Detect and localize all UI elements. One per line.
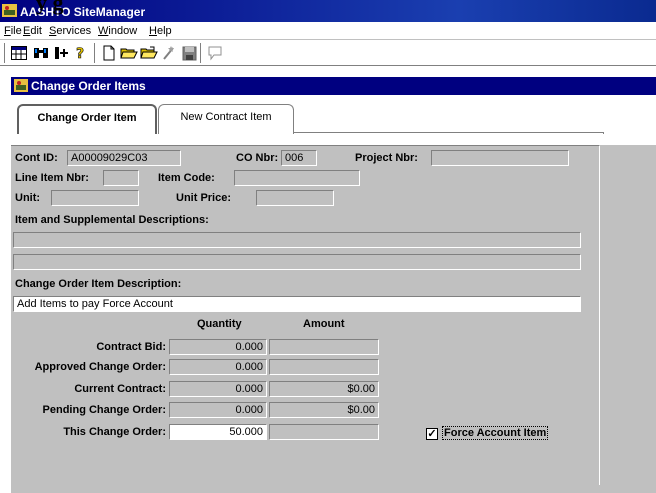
toolbar-separator [200, 43, 202, 63]
menu-bar: File Edit Services Window Help [0, 22, 656, 40]
grid-icon[interactable] [10, 44, 28, 62]
cont-id-label: Cont ID: [15, 152, 58, 164]
save-icon[interactable] [180, 44, 198, 62]
current-contract-label: Current Contract: [74, 383, 166, 395]
tab-change-order-item[interactable]: Change Order Item [17, 104, 157, 134]
line-item-nbr-field[interactable] [103, 170, 139, 186]
overlay-heading: y g [36, 0, 64, 15]
pending-change-order-amount-field[interactable]: $0.00 [269, 402, 379, 418]
menu-file[interactable]: File [4, 25, 22, 37]
this-change-order-label: This Change Order: [63, 426, 166, 438]
svg-text:?: ? [76, 46, 84, 61]
menu-help[interactable]: Help [149, 25, 172, 37]
quantity-column-header: Quantity [197, 318, 242, 330]
binoculars-icon[interactable] [32, 44, 50, 62]
comment-icon[interactable] [206, 44, 224, 62]
project-nbr-label: Project Nbr: [355, 152, 418, 164]
unit-field[interactable] [51, 190, 139, 206]
supplemental-description-line-1[interactable] [13, 232, 581, 248]
change-order-item-description-label: Change Order Item Description: [15, 278, 182, 290]
change-order-items-window: Change Order Items Change Order Item New… [9, 75, 656, 493]
force-account-item-label[interactable]: Force Account Item [442, 426, 549, 440]
cont-id-field[interactable]: A00009029C03 [67, 150, 181, 166]
force-account-checkbox[interactable]: ✓ [426, 428, 438, 440]
toolbar: ? [0, 40, 656, 66]
toolbar-separator [94, 43, 96, 63]
approved-change-order-label: Approved Change Order: [34, 361, 166, 373]
pending-change-order-label: Pending Change Order: [42, 404, 166, 416]
line-item-nbr-label: Line Item Nbr: [15, 172, 89, 184]
help-icon[interactable]: ? [72, 44, 90, 62]
this-change-order-amount-field[interactable] [269, 424, 379, 440]
supplemental-description-line-2[interactable] [13, 254, 581, 270]
co-nbr-field[interactable]: 006 [281, 150, 317, 166]
current-contract-quantity-field[interactable]: 0.000 [169, 381, 267, 397]
change-order-item-description-field[interactable]: Add Items to pay Force Account [13, 296, 581, 312]
menu-window[interactable]: Window [98, 25, 137, 37]
current-contract-amount-field[interactable]: $0.00 [269, 381, 379, 397]
item-code-field[interactable] [234, 170, 360, 186]
amount-column-header: Amount [303, 318, 345, 330]
this-change-order-quantity-field[interactable]: 50.000 [169, 424, 267, 440]
tab-new-contract-item[interactable]: New Contract Item [158, 104, 294, 134]
pending-change-order-quantity-field[interactable]: 0.000 [169, 402, 267, 418]
open-folder-icon[interactable] [140, 44, 158, 62]
contract-bid-quantity-field[interactable]: 0.000 [169, 339, 267, 355]
window-title-bar: Change Order Items [11, 77, 656, 95]
approved-change-order-amount-field[interactable] [269, 359, 379, 375]
unit-label: Unit: [15, 192, 41, 204]
co-nbr-label: CO Nbr: [236, 152, 279, 164]
window-title: Change Order Items [31, 79, 146, 93]
app-icon [2, 4, 17, 17]
project-nbr-field[interactable] [431, 150, 569, 166]
toolbar-separator [4, 43, 6, 63]
tab-strip: Change Order Item New Contract Item [11, 95, 656, 145]
unit-price-label: Unit Price: [176, 192, 232, 204]
menu-edit[interactable]: Edit [23, 25, 42, 37]
menu-services[interactable]: Services [49, 25, 91, 37]
tab-divider [294, 132, 604, 134]
supplemental-descriptions-label: Item and Supplemental Descriptions: [15, 214, 209, 226]
change-order-item-form: Cont ID: A00009029C03 CO Nbr: 006 Projec… [11, 145, 600, 485]
wizard-icon[interactable] [160, 44, 178, 62]
contract-bid-amount-field[interactable] [269, 339, 379, 355]
window-icon [14, 79, 28, 92]
open-folder-icon[interactable] [120, 44, 138, 62]
approved-change-order-quantity-field[interactable]: 0.000 [169, 359, 267, 375]
contract-bid-label: Contract Bid: [96, 341, 166, 353]
app-title-bar: AASHTO SiteManager [0, 0, 656, 22]
unit-price-field[interactable] [256, 190, 334, 206]
insert-icon[interactable] [52, 44, 70, 62]
new-document-icon[interactable] [100, 44, 118, 62]
item-code-label: Item Code: [158, 172, 215, 184]
